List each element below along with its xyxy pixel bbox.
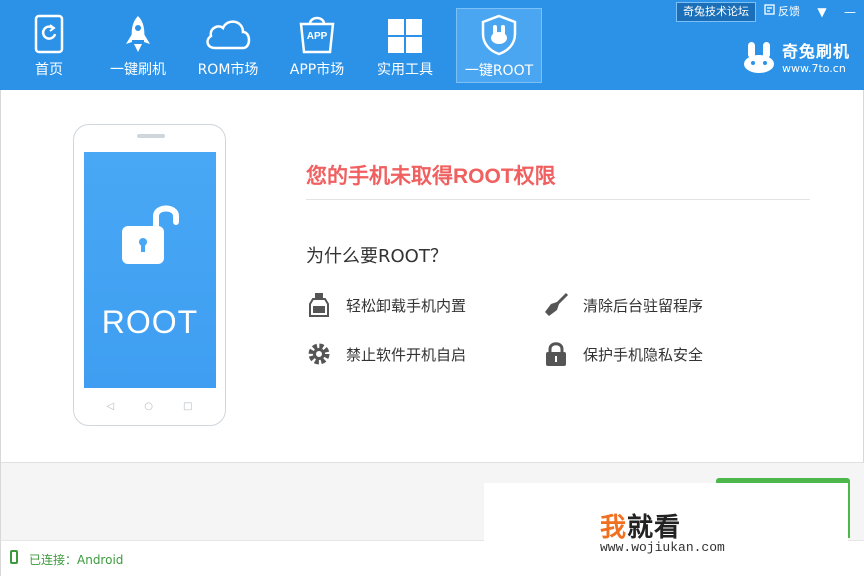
nav-home[interactable]: 首页 (16, 0, 82, 90)
nav-label: 一键刷机 (110, 62, 166, 78)
brand-name: 奇兔刷机 (781, 42, 850, 61)
feature-text: 清除后台驻留程序 (583, 296, 704, 315)
nav-label: 一键ROOT (464, 63, 534, 79)
nav-label: APP市场 (289, 62, 345, 78)
home-phone-icon (34, 14, 64, 58)
headline-divider (306, 199, 810, 200)
connection-status: 已连接：Android (29, 553, 124, 567)
forum-link[interactable]: 奇兔技术论坛 (676, 2, 756, 22)
home-key-icon: ○ (144, 401, 153, 412)
feature-uninstall: 轻松卸载手机内置 (306, 292, 466, 318)
phone-screen: ROOT (84, 152, 216, 388)
phone-nav-keys: ◁ ○ □ (74, 401, 225, 412)
nav-one-click-flash[interactable]: 一键刷机 (104, 0, 172, 90)
nav-rom-market[interactable]: ROM市场 (192, 0, 264, 90)
minimize-button[interactable]: — (836, 2, 864, 22)
feature-text: 保护手机隐私安全 (583, 345, 704, 364)
nav-label: ROM市场 (197, 62, 259, 78)
root-shield-icon (480, 14, 518, 60)
watermark-url: www.wojiukan.com (600, 540, 725, 555)
phone-illustration: ROOT ◁ ○ □ (73, 124, 226, 426)
nav-label: 实用工具 (377, 62, 433, 78)
feature-text: 禁止软件开机自启 (346, 345, 467, 364)
watermark-char: 我 (600, 512, 628, 542)
feature-disable-autostart: 禁止软件开机自启 (306, 341, 466, 367)
nav-label: 首页 (35, 62, 63, 78)
app-bag-icon: APP (297, 14, 337, 60)
rabbit-logo-icon (742, 40, 776, 78)
recent-key-icon: □ (182, 401, 193, 412)
feature-privacy: 保护手机隐私安全 (543, 341, 703, 367)
feature-clean-background: 清除后台驻留程序 (543, 292, 703, 318)
dropdown-menu-button[interactable]: ▼ (808, 2, 836, 22)
feedback-icon (764, 2, 775, 22)
app-badge-text: APP (306, 31, 328, 42)
window-top-links: 奇兔技术论坛 反馈 ▼ — (676, 2, 864, 22)
brand-logo: 奇兔刷机 www.7to.cn (742, 40, 850, 78)
watermark-chars: 就看 (627, 512, 682, 542)
uninstall-bottle-icon (306, 292, 332, 318)
gear-icon (306, 341, 332, 367)
phone-root-text: ROOT (101, 304, 199, 340)
brand-url: www.7to.cn (781, 62, 846, 75)
nav-tools[interactable]: 实用工具 (372, 0, 438, 90)
root-status-headline: 您的手机未取得ROOT权限 (306, 165, 556, 188)
feedback-button[interactable]: 反馈 (760, 2, 808, 22)
feature-text: 轻松卸载手机内置 (346, 296, 467, 315)
windows-grid-icon (387, 14, 423, 58)
unlocked-padlock-icon (120, 202, 182, 270)
nav-app-market[interactable]: APP APP市场 (284, 0, 350, 90)
phone-connected-icon (10, 550, 18, 564)
lock-icon (543, 341, 569, 367)
broom-icon (543, 292, 569, 318)
nav-one-click-root[interactable]: 一键ROOT (456, 8, 542, 83)
back-key-icon: ◁ (106, 401, 115, 412)
phone-speaker (137, 134, 165, 138)
cloud-icon (203, 14, 253, 58)
feedback-label: 反馈 (778, 5, 800, 18)
watermark-logo: 我就看 (600, 507, 681, 544)
top-navigation-bar: 首页 一键刷机 ROM市场 APP APP市场 实用工具 一键ROOT 奇兔技术… (0, 0, 864, 90)
rocket-icon (122, 14, 154, 60)
why-root-title: 为什么要ROOT？ (306, 246, 448, 267)
